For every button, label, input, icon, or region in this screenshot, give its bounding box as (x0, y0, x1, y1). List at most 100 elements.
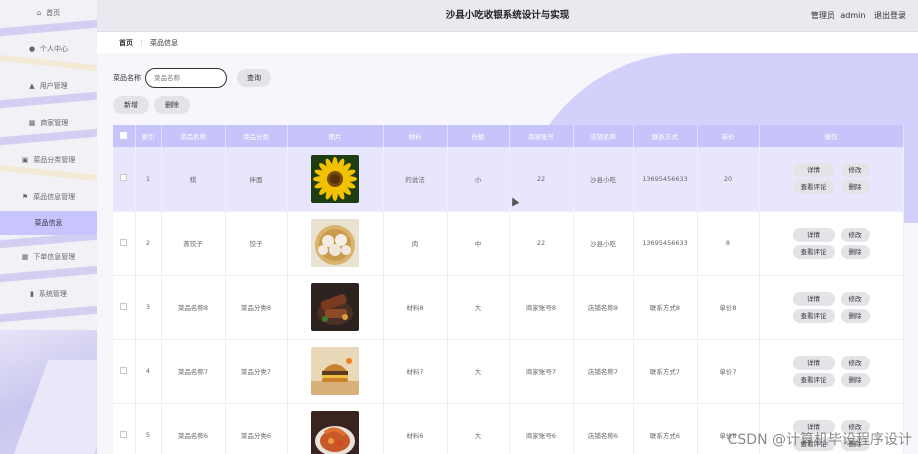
cell-material: 材料7 (383, 339, 448, 404)
cell-dish-category: 菜品分类8 (225, 275, 288, 340)
cell-portion: 小 (447, 147, 510, 212)
cell-price: 单价8 (697, 275, 760, 340)
column-header: 操作 (759, 125, 904, 147)
row-delete-button[interactable]: 删除 (840, 308, 870, 323)
cell-merchant-account: 商家账号7 (509, 339, 574, 404)
action-buttons: 新增 删除 (113, 96, 190, 114)
cell-material: 的说法 (383, 147, 448, 212)
view-comments-button[interactable]: 查看评论 (792, 372, 835, 387)
view-comments-button[interactable]: 查看评论 (792, 180, 835, 195)
column-header: 菜品名称 (161, 125, 226, 147)
sidebar-item-label: 商家管理 (40, 119, 69, 127)
row-checkbox[interactable] (113, 403, 136, 454)
search-button[interactable]: 查询 (237, 69, 271, 87)
cell-price: 单价7 (697, 339, 760, 404)
cell-dish-category: 饺子 (225, 211, 288, 276)
detail-button[interactable]: 详情 (792, 163, 835, 178)
cell-contact: 联系方式7 (633, 339, 698, 404)
cell-index: 4 (135, 339, 162, 404)
sidebar-decoration (0, 265, 97, 283)
table-row: 3 菜品名称8 菜品分类8 材料8 大商家账号8 店铺名称8 联系方式8 单价8 详情 修改 … (113, 275, 904, 340)
edit-button[interactable]: 修改 (840, 227, 870, 242)
row-delete-button[interactable]: 删除 (840, 372, 870, 387)
cell-index: 3 (135, 275, 162, 340)
column-header: 菜品分类 (225, 125, 288, 147)
row-delete-button[interactable]: 删除 (840, 180, 870, 195)
edit-button[interactable]: 修改 (840, 355, 870, 370)
select-all-checkbox[interactable] (113, 125, 136, 147)
sidebar-item-label: 菜品分类管理 (33, 156, 76, 164)
table-row: 4 菜品名称7 菜品分类7 材料7 大商家账号7 店铺名称7 联系方式7 单价7 详情 修改 … (113, 339, 904, 404)
view-comments-button[interactable]: 查看评论 (792, 308, 835, 323)
cell-dish-category: 拌面 (225, 147, 288, 212)
edit-button[interactable]: 修改 (840, 291, 870, 306)
row-delete-button[interactable]: 删除 (840, 244, 870, 259)
dish-image (288, 347, 383, 395)
sidebar-item-home[interactable]: ⌂ 首页 (0, 2, 97, 24)
sidebar-item-dish-management[interactable]: ⚑ 菜品信息管理 (0, 186, 97, 208)
detail-button[interactable]: 详情 (792, 355, 835, 370)
search-label: 菜品名称 (113, 74, 141, 82)
cell-shop-name: 店铺名称7 (573, 339, 634, 404)
cell-portion: 大 (447, 403, 510, 454)
grid-icon: ▦ (21, 253, 29, 261)
delete-button[interactable]: 删除 (154, 96, 190, 114)
sidebar-item-dish-category[interactable]: ▣ 菜品分类管理 (0, 149, 97, 171)
column-header: 单价 (697, 125, 760, 147)
header: 沙县小吃收银系统设计与实现 管理员 admin 退出登录 (97, 0, 918, 32)
cell-operations: 详情 修改 查看评论 删除 (759, 147, 904, 212)
cell-shop-name: 店铺名称8 (573, 275, 634, 340)
sidebar-item-dish-info[interactable]: 菜品信息 (0, 211, 97, 235)
cell-image (287, 403, 384, 454)
detail-button[interactable]: 详情 (792, 291, 835, 306)
cell-dish-name: 棋 (161, 147, 226, 212)
row-checkbox[interactable] (113, 339, 136, 404)
dish-table: 索引 菜品名称 菜品分类 图片 材料 份额 商家账号 店铺名称 联系方式 单价 … (113, 125, 904, 454)
view-comments-button[interactable]: 查看评论 (792, 244, 835, 259)
logout-link[interactable]: 退出登录 (874, 11, 906, 20)
detail-button[interactable]: 详情 (792, 227, 835, 242)
cell-price: 20 (697, 147, 760, 212)
dish-image (288, 283, 383, 331)
cell-merchant-account: 22 (509, 211, 574, 276)
users-icon: ▲ (29, 82, 35, 90)
user-icon: ● (28, 45, 36, 53)
add-button[interactable]: 新增 (113, 96, 149, 114)
edit-button[interactable]: 修改 (840, 163, 870, 178)
cell-portion: 大 (447, 339, 510, 404)
row-checkbox[interactable] (113, 275, 136, 340)
cell-shop-name: 店铺名称6 (573, 403, 634, 454)
search-bar: 菜品名称 查询 (113, 68, 271, 88)
sidebar-item-system[interactable]: ▮ 系统管理 (0, 283, 97, 305)
cell-image (287, 147, 384, 212)
sidebar-item-profile[interactable]: ● 个人中心 (0, 38, 97, 60)
row-checkbox[interactable] (113, 211, 136, 276)
sidebar-item-merchants[interactable]: ▦ 商家管理 (0, 112, 97, 134)
cell-price: 8 (697, 211, 760, 276)
cell-dish-name: 菜品名称6 (161, 403, 226, 454)
cell-contact: 联系方式8 (633, 275, 698, 340)
cell-dish-category: 菜品分类7 (225, 339, 288, 404)
sidebar-item-label: 菜品信息 (34, 219, 63, 227)
row-checkbox[interactable] (113, 147, 136, 212)
column-header: 联系方式 (633, 125, 698, 147)
cell-operations: 详情 修改 查看评论 删除 (759, 211, 904, 276)
dish-image (288, 219, 383, 267)
cell-merchant-account: 商家账号8 (509, 275, 574, 340)
sidebar-item-users[interactable]: ▲ 用户管理 (0, 75, 97, 97)
table-header-row: 索引 菜品名称 菜品分类 图片 材料 份额 商家账号 店铺名称 联系方式 单价 … (113, 125, 904, 147)
cell-merchant-account: 商家账号6 (509, 403, 574, 454)
table-row: 2 蒸饺子 饺子 肉中 22 沙县小吃 13695456633 8 详情 修改 查看评论 删除 (113, 211, 904, 276)
sidebar-decoration (0, 305, 97, 323)
cell-shop-name: 沙县小吃 (573, 211, 634, 276)
sidebar: ⌂ 首页 ● 个人中心 ▲ 用户管理 ▦ 商家管理 ▣ 菜品分类管理 ⚑ 菜品信… (0, 0, 97, 454)
sidebar-item-orders[interactable]: ▦ 下单信息管理 (0, 246, 97, 268)
breadcrumb-home[interactable]: 首页 (119, 38, 133, 48)
column-header: 索引 (135, 125, 162, 147)
cell-shop-name: 沙县小吃 (573, 147, 634, 212)
cell-dish-name: 菜品名称7 (161, 339, 226, 404)
search-input[interactable] (145, 68, 227, 88)
main-content: 菜品名称 查询 新增 删除 索引 菜品名称 菜品分类 图片 材料 份额 商家账号… (97, 53, 918, 454)
cell-image (287, 275, 384, 340)
column-header: 商家账号 (509, 125, 574, 147)
